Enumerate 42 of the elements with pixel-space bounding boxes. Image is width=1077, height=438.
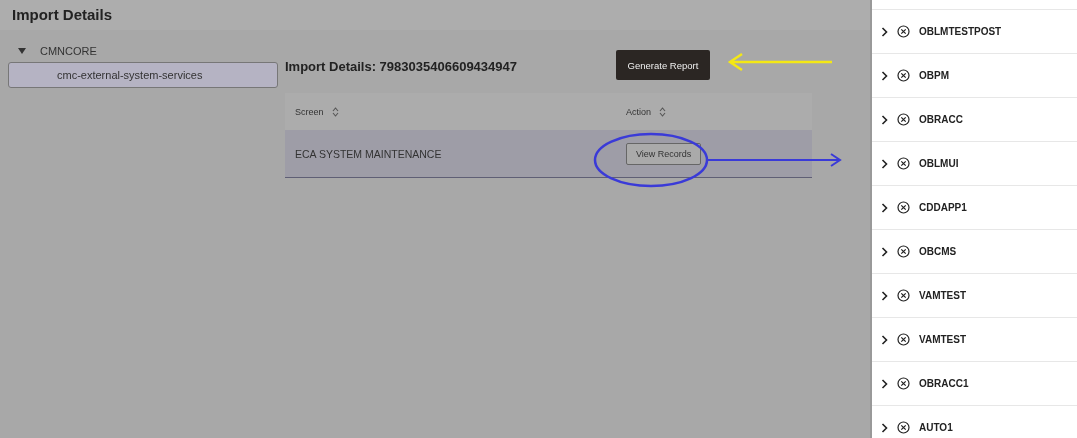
remove-icon[interactable]	[897, 421, 910, 434]
column-header[interactable]: Action	[626, 106, 651, 117]
tree-node[interactable]: CMNCORE	[40, 45, 97, 57]
chevron-icon[interactable]	[881, 202, 888, 213]
list-item-label[interactable]: AUTO1	[919, 422, 953, 433]
list-item-label[interactable]: OBPM	[919, 70, 949, 81]
chevron-icon[interactable]	[881, 70, 888, 81]
chevron-icon[interactable]	[881, 290, 888, 301]
remove-icon[interactable]	[897, 69, 910, 82]
list-item-label[interactable]: OBLMUI	[919, 158, 959, 169]
view-records-button[interactable]: View Records	[626, 142, 702, 165]
page-title: Import Details	[0, 0, 870, 30]
list-item-label[interactable]: CDDAPP1	[919, 202, 967, 213]
details-title: Import Details: 7983035406609434947	[285, 58, 517, 74]
remove-icon[interactable]	[897, 201, 910, 214]
list-item-label[interactable]: VAMTEST	[919, 334, 967, 345]
list-item-label[interactable]: VAMTEST	[919, 290, 967, 301]
remove-icon[interactable]	[897, 25, 910, 38]
sort-icon[interactable]	[659, 106, 666, 117]
chevron-icon[interactable]	[881, 26, 888, 37]
chevron-icon[interactable]	[881, 422, 888, 433]
remove-icon[interactable]	[897, 157, 910, 170]
chevron-icon[interactable]	[881, 378, 888, 389]
remove-icon[interactable]	[897, 245, 910, 258]
remove-icon[interactable]	[897, 289, 910, 302]
remove-icon[interactable]	[897, 333, 910, 346]
table-cell: ECA SYSTEM MAINTENANCE	[295, 147, 442, 160]
sort-icon[interactable]	[331, 106, 339, 117]
remove-icon[interactable]	[897, 377, 910, 390]
list-item-label[interactable]: OBRACC	[919, 114, 963, 125]
list-item-label[interactable]: OBCMS	[919, 246, 957, 257]
remove-icon[interactable]	[897, 113, 910, 126]
chevron-icon[interactable]	[881, 246, 888, 257]
generate-report-button[interactable]: Generate Report	[616, 50, 710, 80]
list-item-label[interactable]: OBRACC1	[919, 378, 969, 389]
chevron-icon[interactable]	[881, 158, 888, 169]
caret-icon[interactable]	[18, 48, 26, 54]
chevron-icon[interactable]	[881, 114, 888, 125]
column-header[interactable]: Screen	[295, 106, 324, 117]
tree-item[interactable]: cmc-external-system-services	[8, 62, 278, 88]
list-item-label[interactable]: OBLMTESTPOST	[919, 26, 1002, 37]
chevron-icon[interactable]	[881, 334, 888, 345]
